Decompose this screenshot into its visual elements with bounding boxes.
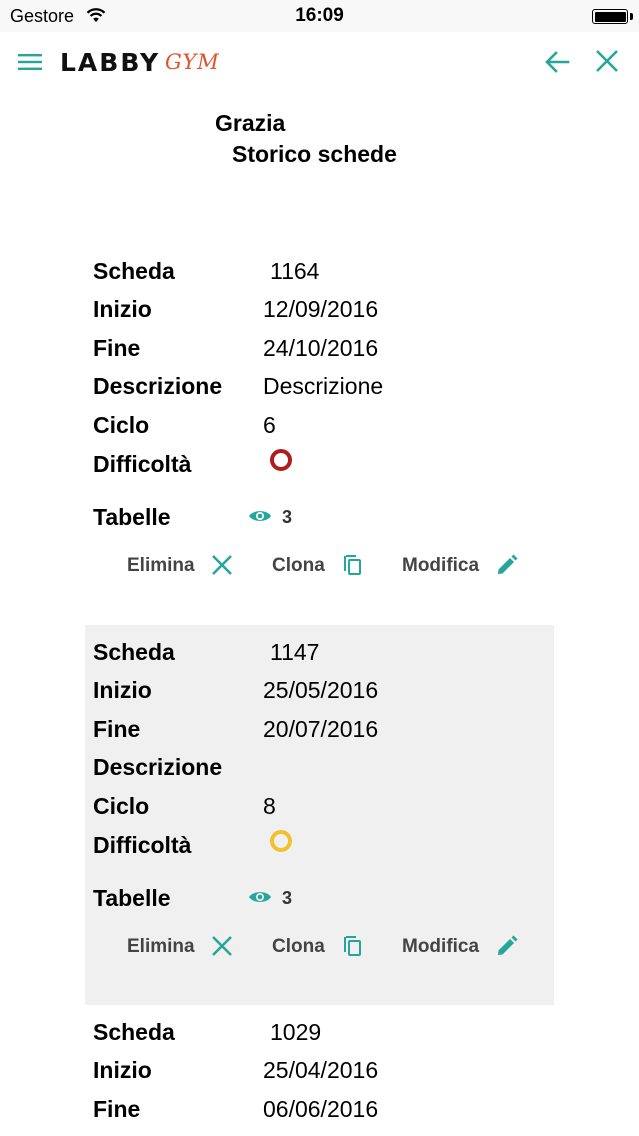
value-inizio: 25/04/2016 <box>263 1057 379 1083</box>
clona-label: Clona <box>272 936 325 957</box>
value-ciclo: 8 <box>263 793 276 819</box>
label-inizio: Inizio <box>93 296 152 322</box>
close-icon <box>212 936 232 956</box>
pencil-icon <box>498 554 518 574</box>
scheda-card: Scheda 1164 Inizio 12/09/2016 Fine 24/10… <box>85 240 554 620</box>
page-title: Storico schede <box>232 141 397 167</box>
copy-icon <box>344 936 361 956</box>
clock: 16:09 <box>295 5 344 26</box>
elimina-button[interactable]: Elimina <box>127 934 237 964</box>
modifica-button[interactable]: Modifica <box>402 553 527 583</box>
logo-main-text: LABBY <box>60 48 161 77</box>
value-scheda: 1147 <box>270 639 320 665</box>
battery-icon <box>592 9 628 24</box>
label-tabelle: Tabelle <box>93 504 171 530</box>
arrow-back-icon[interactable] <box>544 49 570 75</box>
label-inizio: Inizio <box>93 1057 152 1083</box>
label-scheda: Scheda <box>93 639 175 665</box>
label-fine: Fine <box>93 716 141 742</box>
label-tabelle: Tabelle <box>93 885 171 911</box>
card-actions: Elimina Clona Modifica <box>85 553 554 583</box>
value-ciclo: 6 <box>263 412 276 438</box>
clona-label: Clona <box>272 555 325 576</box>
user-name: Grazia <box>215 110 286 136</box>
battery-tip <box>630 13 633 20</box>
menu-icon[interactable] <box>18 53 42 71</box>
app-bar: LABBY GYM <box>0 32 639 90</box>
eye-icon[interactable] <box>248 889 272 905</box>
label-descrizione: Descrizione <box>93 373 223 399</box>
value-descrizione: Descrizione <box>263 373 384 399</box>
app-logo: LABBY GYM <box>60 48 220 78</box>
value-inizio: 12/09/2016 <box>263 296 379 322</box>
scheda-card: Scheda 1029 Inizio 25/04/2016 Fine 06/06… <box>85 1005 554 1136</box>
copy-icon <box>344 555 361 575</box>
eye-icon[interactable] <box>248 508 272 524</box>
difficulty-indicator-icon <box>270 449 292 471</box>
label-fine: Fine <box>93 1096 141 1122</box>
pencil-icon <box>498 935 518 955</box>
label-scheda: Scheda <box>93 258 175 284</box>
elimina-label: Elimina <box>127 555 195 576</box>
clona-button[interactable]: Clona <box>272 934 367 964</box>
label-inizio: Inizio <box>93 677 152 703</box>
elimina-label: Elimina <box>127 936 195 957</box>
logo-sub-text: GYM <box>165 50 220 74</box>
close-icon <box>212 555 232 575</box>
label-difficolta: Difficoltà <box>93 451 192 477</box>
label-fine: Fine <box>93 335 141 361</box>
modifica-label: Modifica <box>402 555 480 576</box>
label-descrizione: Descrizione <box>93 754 223 780</box>
value-fine: 20/07/2016 <box>263 716 379 742</box>
value-inizio: 25/05/2016 <box>263 677 379 703</box>
status-bar: Gestore 16:09 <box>0 0 639 32</box>
card-actions: Elimina Clona Modifica <box>85 934 554 964</box>
elimina-button[interactable]: Elimina <box>127 553 237 583</box>
value-scheda: 1029 <box>270 1019 322 1045</box>
difficulty-indicator-icon <box>270 830 292 852</box>
scheda-card: Scheda 1147 Inizio 25/05/2016 Fine 20/07… <box>85 625 554 1005</box>
label-difficolta: Difficoltà <box>93 832 192 858</box>
tabelle-count: 3 <box>282 507 293 527</box>
value-fine: 06/06/2016 <box>263 1096 379 1122</box>
label-ciclo: Ciclo <box>93 412 150 438</box>
modifica-button[interactable]: Modifica <box>402 934 527 964</box>
value-scheda: 1164 <box>270 258 320 284</box>
value-fine: 24/10/2016 <box>263 335 379 361</box>
clona-button[interactable]: Clona <box>272 553 367 583</box>
label-scheda: Scheda <box>93 1019 175 1045</box>
label-ciclo: Ciclo <box>93 793 150 819</box>
modifica-label: Modifica <box>402 936 480 957</box>
close-icon[interactable] <box>595 49 619 73</box>
tabelle-count: 3 <box>282 888 293 908</box>
